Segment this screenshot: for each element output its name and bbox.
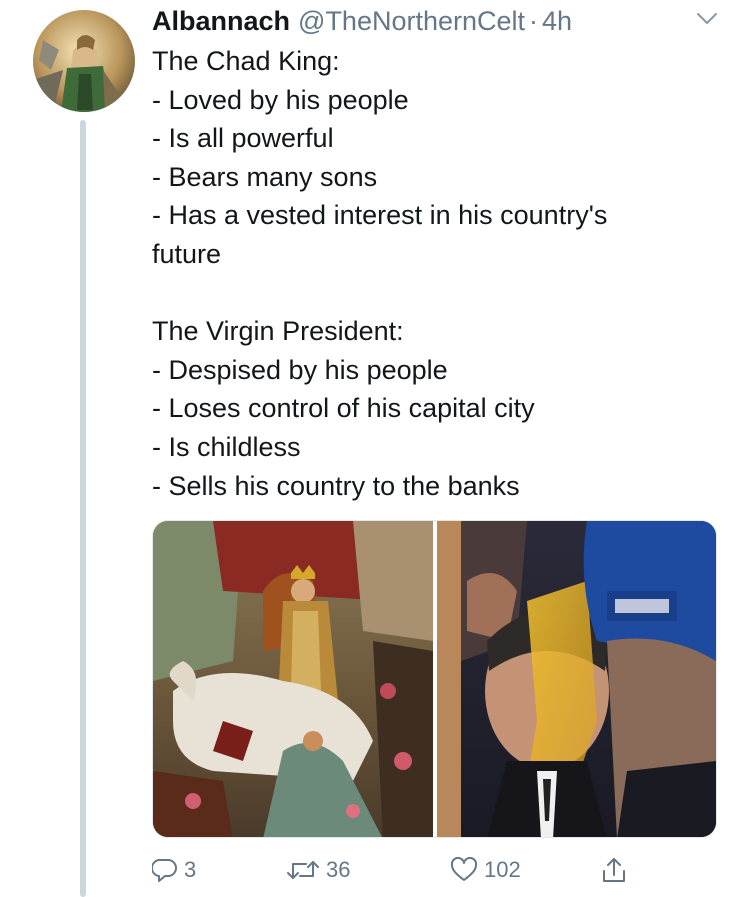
- tweet-actions: 3 36 102: [152, 850, 652, 890]
- reply-button[interactable]: 3: [152, 850, 196, 890]
- media-image-photo[interactable]: [437, 521, 716, 837]
- tweet-text-line: - Has a vested interest in his country's: [152, 200, 608, 231]
- tweet[interactable]: Albannach @TheNorthernCelt · 4h The Chad…: [0, 0, 733, 897]
- user-handle[interactable]: @TheNorthernCelt: [298, 6, 525, 37]
- tweet-text-line: - Loses control of his capital city: [152, 393, 535, 424]
- like-count: 102: [484, 857, 521, 882]
- reply-count: 3: [184, 857, 197, 882]
- avatar[interactable]: [33, 10, 135, 112]
- tweet-text-line: - Despised by his people: [152, 354, 448, 385]
- photo-man-with-egg-on-head-icon: [437, 521, 716, 837]
- display-name[interactable]: Albannach: [152, 6, 290, 37]
- tweet-text-line: - Sells his country to the banks: [152, 470, 520, 501]
- thread-line: [80, 120, 86, 897]
- like-button[interactable]: 102: [450, 850, 521, 890]
- separator-dot: ·: [529, 6, 539, 36]
- retweet-count: 36: [326, 857, 351, 882]
- tweet-text-line: - Is all powerful: [152, 123, 334, 154]
- tweet-text-line: future: [152, 238, 222, 269]
- tweet-text-line: - Loved by his people: [152, 84, 409, 115]
- timestamp[interactable]: 4h: [542, 6, 572, 37]
- tweet-text: The Chad King: - Loved by his people - I…: [152, 42, 712, 505]
- tweet-text-line: - Is childless: [152, 431, 301, 462]
- painting-king-on-horse-icon: [153, 521, 433, 837]
- avatar-image: [33, 10, 135, 112]
- tweet-text-line: The Chad King:: [152, 46, 340, 76]
- share-button[interactable]: [599, 850, 629, 890]
- heart-icon: [450, 857, 478, 883]
- retweet-button[interactable]: 36: [286, 850, 350, 890]
- share-icon: [599, 855, 629, 885]
- media-image-painting[interactable]: [153, 521, 433, 837]
- tweet-text-line: [152, 274, 712, 313]
- tweet-header: Albannach @TheNorthernCelt · 4h: [152, 6, 572, 38]
- tweet-text-line: - Bears many sons: [152, 161, 378, 192]
- retweet-icon: [286, 858, 320, 882]
- chevron-down-icon[interactable]: [696, 12, 718, 26]
- reply-icon: [152, 857, 178, 883]
- tweet-text-line: The Virgin President:: [152, 316, 404, 347]
- media-grid: [152, 520, 717, 838]
